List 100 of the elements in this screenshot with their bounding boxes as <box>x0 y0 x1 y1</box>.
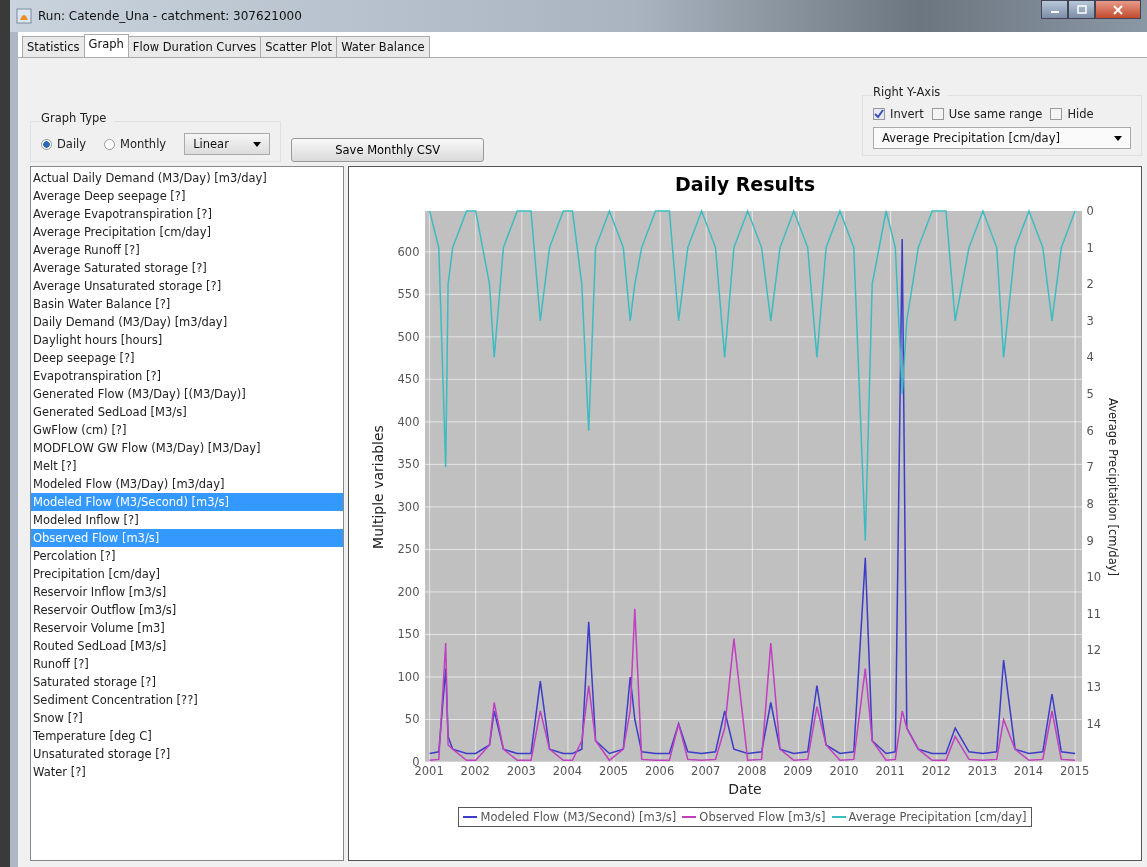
tab[interactable]: Statistics <box>22 36 85 57</box>
variable-item[interactable]: Evapotranspiration [?] <box>31 367 343 385</box>
variable-item[interactable]: Actual Daily Demand (M3/Day) [m3/day] <box>31 169 343 187</box>
variable-item[interactable]: Average Deep seepage [?] <box>31 187 343 205</box>
tick-label: 350 <box>397 457 420 472</box>
radio-button[interactable] <box>104 138 116 150</box>
tick-label: 9 <box>1086 533 1094 548</box>
maximize-button[interactable] <box>1068 0 1095 19</box>
chart-title: Daily Results <box>675 172 815 197</box>
tab[interactable]: Scatter Plot <box>260 36 338 57</box>
variable-item[interactable]: Average Unsaturated storage [?] <box>31 277 343 295</box>
tick-label: 2005 <box>598 764 629 778</box>
minimize-button[interactable] <box>1041 0 1068 19</box>
checkbox[interactable] <box>931 108 944 120</box>
variable-item[interactable]: Reservoir Outflow [m3/s] <box>31 601 343 619</box>
tick-label: 2010 <box>829 764 859 778</box>
tick-label: 2012 <box>921 764 951 778</box>
scale-dropdown[interactable]: Linear <box>184 133 271 155</box>
checkbox-label: Hide <box>1067 107 1094 121</box>
variable-item[interactable]: Daylight hours [hours] <box>31 331 343 349</box>
variable-item[interactable]: Routed SedLoad [M3/s] <box>31 637 343 655</box>
caret-icon <box>253 141 262 147</box>
legend-label: Modeled Flow (M3/Second) [m3/s] <box>480 810 677 824</box>
variable-item[interactable]: Average Precipitation [cm/day] <box>31 223 343 241</box>
variable-item[interactable]: Temperature [deg C] <box>31 727 343 745</box>
tick-label: 300 <box>397 499 420 514</box>
tick-label: 400 <box>397 414 420 429</box>
tick-label: 550 <box>397 287 420 302</box>
variable-item[interactable]: Deep seepage [?] <box>31 349 343 367</box>
tick-label: 2002 <box>460 764 490 778</box>
y-axis-label: Multiple variables <box>369 424 386 549</box>
x-axis-label: Date <box>728 781 762 797</box>
variable-item[interactable]: Average Evapotranspiration [?] <box>31 205 343 223</box>
save-button[interactable]: Save Monthly CSV <box>291 138 485 162</box>
variable-item[interactable]: Modeled Flow (M3/Day) [m3/day] <box>31 475 343 493</box>
variable-item[interactable]: Percolation [?] <box>31 547 343 565</box>
variable-item[interactable]: Reservoir Inflow [m3/s] <box>31 583 343 601</box>
y-axis-label: Average Precipitation [cm/day] <box>1105 397 1120 576</box>
radio-label: Monthly <box>120 137 167 151</box>
tick-label: 11 <box>1086 606 1102 621</box>
checkbox-label: Invert <box>890 107 924 121</box>
variable-item[interactable]: Modeled Inflow [?] <box>31 511 343 529</box>
tick-label: 2015 <box>1059 764 1090 778</box>
checkbox[interactable] <box>1050 108 1063 120</box>
axis-variable-dropdown[interactable]: Average Precipitation [cm/day] <box>873 127 1131 149</box>
window-title: Run: Catende_Una - catchment: 307621000 <box>38 9 302 23</box>
tick-label: 12 <box>1086 643 1102 658</box>
variable-item[interactable]: Melt [?] <box>31 457 343 475</box>
variable-item[interactable]: Daily Demand (M3/Day) [m3/day] <box>31 313 343 331</box>
tick-label: 2013 <box>967 764 997 778</box>
tick-label: 2014 <box>1013 764 1044 778</box>
legend-label: Average Precipitation [cm/day] <box>848 810 1027 824</box>
variable-item[interactable]: Snow [?] <box>31 709 343 727</box>
variable-item[interactable]: Runoff [?] <box>31 655 343 673</box>
tick-label: 1 <box>1086 240 1094 255</box>
variable-item[interactable]: MODFLOW GW Flow (M3/Day) [M3/Day] <box>31 439 343 457</box>
tick-label: 2007 <box>691 764 721 778</box>
variable-item[interactable]: Average Runoff [?] <box>31 241 343 259</box>
tick-label: 8 <box>1086 496 1094 511</box>
variable-item[interactable]: Sediment Concentration [??] <box>31 691 343 709</box>
variable-item[interactable]: Water [?] <box>31 763 343 781</box>
tab[interactable]: Flow Duration Curves <box>127 36 262 57</box>
tick-label: 500 <box>397 329 420 344</box>
tick-label: 5 <box>1086 387 1094 402</box>
tick-label: 6 <box>1086 423 1094 438</box>
close-button[interactable] <box>1095 0 1141 19</box>
variable-item[interactable]: Reservoir Volume [m3] <box>31 619 343 637</box>
tick-label: 50 <box>404 712 420 727</box>
variable-item[interactable]: Basin Water Balance [?] <box>31 295 343 313</box>
tick-label: 450 <box>397 372 420 387</box>
group-title: Graph Type <box>41 111 108 127</box>
checkbox[interactable] <box>873 108 885 120</box>
variable-item[interactable]: Saturated storage [?] <box>31 673 343 691</box>
variable-item[interactable]: Generated Flow (M3/Day) [(M3/Day)] <box>31 385 343 403</box>
variable-item[interactable]: GwFlow (cm) [?] <box>31 421 343 439</box>
tick-label: 0 <box>1086 204 1094 218</box>
radio-option[interactable]: Daily <box>41 137 87 151</box>
radio-option[interactable]: Monthly <box>104 137 167 151</box>
app-icon <box>16 8 32 24</box>
tick-label: 100 <box>397 669 420 684</box>
caret-icon <box>1114 135 1122 141</box>
variable-item[interactable]: Precipitation [cm/day] <box>31 565 343 583</box>
tick-label: 150 <box>397 627 420 642</box>
variable-item[interactable]: Unsaturated storage [?] <box>31 745 343 763</box>
tick-label: 2006 <box>645 764 675 778</box>
tick-label: 13 <box>1086 679 1102 694</box>
tick-label: 3 <box>1086 313 1094 328</box>
checkbox-label: Use same range <box>948 107 1043 121</box>
tab[interactable]: Water Balance <box>336 36 430 57</box>
variable-item[interactable]: Generated SedLoad [M3/s] <box>31 403 343 421</box>
tick-label: 250 <box>397 542 420 557</box>
tick-label: 600 <box>397 244 420 259</box>
maximize-icon <box>1076 5 1087 14</box>
variable-item[interactable]: Average Saturated storage [?] <box>31 259 343 277</box>
radio-button[interactable] <box>41 138 52 150</box>
group-title: Right Y-Axis <box>873 85 942 101</box>
tick-label: 2008 <box>737 764 767 778</box>
tick-label: 14 <box>1086 716 1102 731</box>
tick-label: 2011 <box>875 764 905 778</box>
tick-label: 10 <box>1086 570 1102 585</box>
